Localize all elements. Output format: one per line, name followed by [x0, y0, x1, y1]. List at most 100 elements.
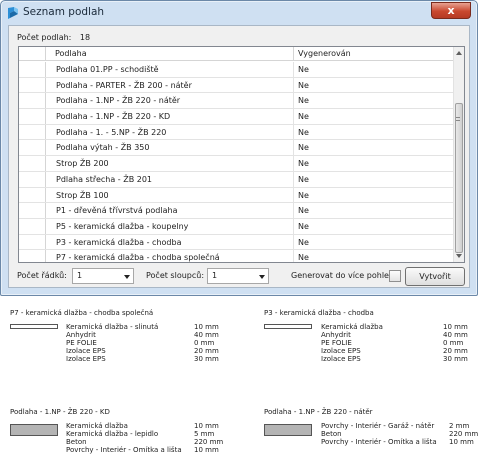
generated-cell[interactable]: Ne: [295, 62, 455, 77]
generated-cell[interactable]: Ne: [295, 140, 455, 155]
layer-row: Izolace EPS 30 mm: [321, 355, 471, 363]
layer-thickness: 0 mm: [194, 339, 215, 347]
generated-cell[interactable]: Ne: [295, 156, 455, 171]
layer-row: Anhydrit 40 mm: [66, 331, 219, 339]
column-header-floor[interactable]: Podlaha: [47, 47, 294, 61]
vertical-scrollbar[interactable]: [453, 47, 464, 262]
layer-row: Keramická dlažba - slinutá 10 mm: [66, 323, 219, 331]
chevron-down-icon: [259, 275, 265, 279]
floor-name-cell[interactable]: Strop ŽB 200: [47, 156, 294, 171]
detail-title: P3 - keramická dlažba - chodba: [264, 309, 374, 317]
generated-cell[interactable]: Ne: [295, 250, 455, 262]
scroll-thumb[interactable]: [455, 103, 463, 253]
floor-name-cell[interactable]: P5 - keramická dlažba - koupelny: [47, 218, 294, 234]
floor-name-cell[interactable]: Podlaha výtah - ŽB 350: [47, 140, 294, 156]
floor-name-cell[interactable]: P1 - dřevěná třívrstvá podlaha: [47, 203, 294, 218]
table-row[interactable]: P3 - keramická dlažba - chodba Ne: [19, 234, 455, 251]
generated-cell[interactable]: Ne: [295, 109, 455, 124]
floor-detail-1: P7 - keramická dlažba - chodba společná …: [10, 309, 250, 369]
floor-name-cell[interactable]: Pdlaha střecha - ŽB 201: [47, 171, 294, 187]
layer-row: Povrchy - Interiér - Garáž - nátěr 2 mm: [321, 422, 471, 430]
row-header[interactable]: [19, 124, 46, 140]
table-row[interactable]: P7 - keramická dlažba - chodba společná N…: [19, 250, 455, 262]
row-header[interactable]: [19, 62, 46, 77]
scroll-grip-icon: [456, 117, 460, 121]
layer-row: Keramická dlažba - lepidlo 5 mm: [66, 430, 216, 438]
floor-name-cell[interactable]: Podlaha - PARTER - ŽB 200 - nátěr: [47, 77, 294, 93]
layer-list: Keramická dlažba 10 mm Keramická dlažba - …: [66, 422, 223, 454]
generated-cell[interactable]: Ne: [295, 78, 455, 93]
scroll-up-icon[interactable]: [456, 51, 462, 55]
row-header[interactable]: [19, 109, 46, 124]
table-row[interactable]: Podlaha - 1. - 5.NP - ŽB 220 Ne: [19, 124, 455, 141]
row-header[interactable]: [19, 140, 46, 156]
create-button[interactable]: Vytvořit: [405, 267, 465, 286]
floor-count: Počet podlah: 18: [17, 33, 90, 42]
row-header[interactable]: [19, 171, 46, 187]
table-row[interactable]: Strop ŽB 100 Ne: [19, 187, 455, 204]
row-header[interactable]: [19, 93, 46, 109]
floor-count-value: 18: [79, 33, 91, 42]
generated-cell[interactable]: Ne: [295, 188, 455, 203]
floor-name-cell[interactable]: P7 - keramická dlažba - chodba společná: [47, 250, 294, 262]
title-bar[interactable]: Seznam podlah x: [1, 1, 477, 25]
row-header[interactable]: [19, 218, 46, 234]
floor-name-cell[interactable]: Strop ŽB 100: [47, 187, 294, 203]
columns-count-combo[interactable]: 1: [207, 268, 269, 284]
detail-title: Podlaha - 1.NP - ŽB 220 - KD: [10, 408, 110, 416]
floor-name-cell[interactable]: P3 - keramická dlažba - chodba: [47, 234, 294, 250]
layer-name: Izolace EPS: [66, 355, 106, 363]
layer-thickness: 10 mm: [194, 446, 219, 454]
layer-thickness: 10 mm: [194, 422, 219, 430]
layer-thickness: 10 mm: [194, 323, 219, 331]
scroll-down-icon[interactable]: [456, 254, 462, 258]
grid-header: Podlaha Vygenerován: [19, 47, 455, 61]
table-row[interactable]: Pdlaha střecha - ŽB 201 Ne: [19, 171, 455, 188]
rows-count-value: 1: [77, 271, 83, 280]
layer-thickness: 30 mm: [194, 355, 219, 363]
layer-row: Beton 220 mm: [321, 430, 478, 438]
table-row[interactable]: Podlaha - 1.NP - ŽB 220 - KD Ne: [19, 109, 455, 125]
close-button[interactable]: x: [431, 2, 471, 19]
table-row[interactable]: Podlaha - 1.NP - ŽB 220 - nátěr Ne: [19, 93, 455, 110]
multi-view-checkbox[interactable]: [389, 270, 401, 282]
layer-thickness: 20 mm: [443, 347, 468, 355]
layer-name: Keramická dlažba: [66, 422, 128, 430]
row-header[interactable]: [19, 187, 46, 203]
app-icon: [8, 7, 18, 19]
generated-cell[interactable]: Ne: [295, 172, 455, 187]
floor-name-cell[interactable]: Podlaha - 1.NP - ŽB 220 - KD: [47, 109, 294, 124]
row-header[interactable]: [19, 250, 46, 262]
row-header[interactable]: [19, 234, 46, 250]
floor-name-cell[interactable]: Podlaha - 1. - 5.NP - ŽB 220: [47, 124, 294, 140]
layer-name: Povrchy - Interiér - Garáž - nátěr: [321, 422, 435, 430]
columns-count-value: 1: [212, 271, 218, 280]
generated-cell[interactable]: Ne: [295, 219, 455, 234]
floor-detail-3: Podlaha - 1.NP - ŽB 220 - KD Keramická d…: [10, 408, 250, 463]
floors-grid[interactable]: Podlaha Vygenerován Podlaha 01.PP - scho…: [18, 46, 465, 263]
row-header[interactable]: [19, 203, 46, 218]
generated-cell[interactable]: Ne: [295, 93, 455, 108]
floor-section-swatch: [10, 424, 58, 436]
table-row[interactable]: Podlaha 01.PP - schodiště Ne: [19, 62, 455, 78]
column-header-generated[interactable]: Vygenerován: [295, 47, 455, 61]
row-header[interactable]: [19, 77, 46, 93]
layer-thickness: 0 mm: [443, 339, 464, 347]
row-header-corner[interactable]: [19, 47, 46, 61]
generated-cell[interactable]: Ne: [295, 125, 455, 140]
table-row[interactable]: Strop ŽB 200 Ne: [19, 156, 455, 172]
generated-cell[interactable]: Ne: [295, 235, 455, 250]
floor-name-cell[interactable]: Podlaha 01.PP - schodiště: [47, 62, 294, 77]
table-row[interactable]: P5 - keramická dlažba - koupelny Ne: [19, 218, 455, 235]
bottom-controls: Počet řádků: 1 Počet sloupců: 1 Generova…: [17, 267, 467, 286]
table-row[interactable]: Podlaha - PARTER - ŽB 200 - nátěr Ne: [19, 77, 455, 94]
table-row[interactable]: Podlaha výtah - ŽB 350 Ne: [19, 140, 455, 157]
dialog-client: Počet podlah: 18 Podlaha Vygenerován Pod…: [8, 25, 470, 288]
floor-name-cell[interactable]: Podlaha - 1.NP - ŽB 220 - nátěr: [47, 93, 294, 109]
grid-rows: Podlaha 01.PP - schodiště Ne Podlaha - PAR…: [19, 62, 455, 262]
generated-cell[interactable]: Ne: [295, 203, 455, 218]
table-row[interactable]: P1 - dřevěná třívrstvá podlaha Ne: [19, 203, 455, 219]
row-header[interactable]: [19, 156, 46, 171]
rows-count-combo[interactable]: 1: [72, 268, 134, 284]
layer-row: Anhydrit 40 mm: [321, 331, 471, 339]
